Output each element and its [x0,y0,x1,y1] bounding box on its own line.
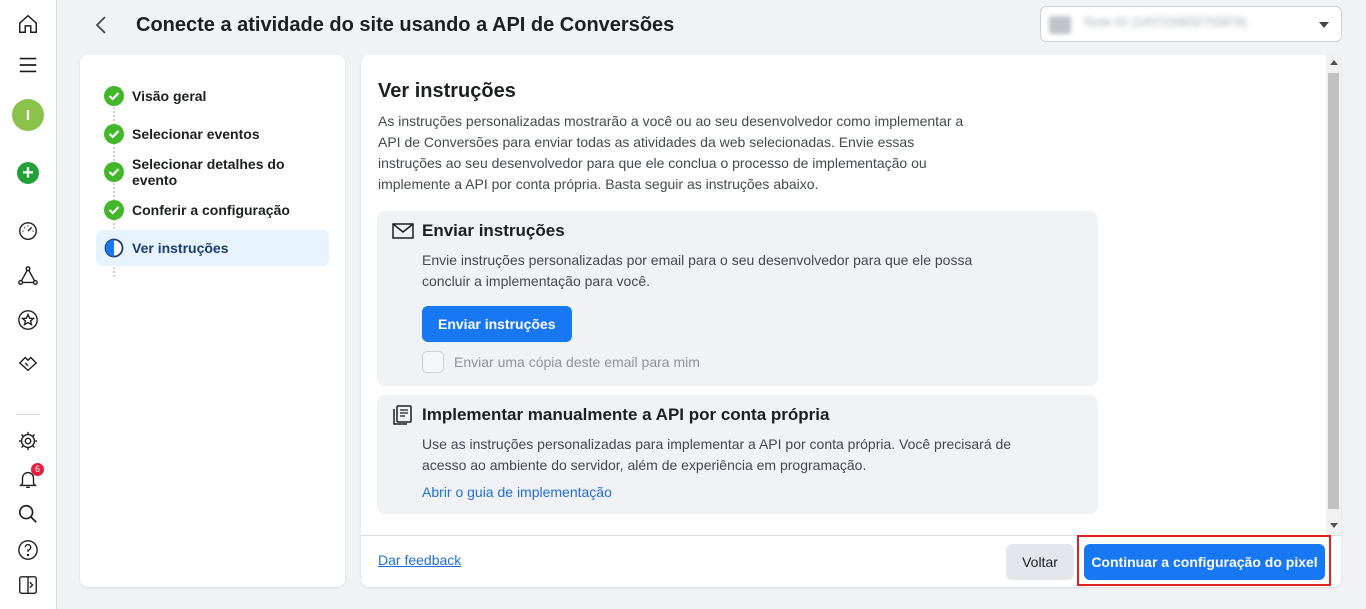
content-description: As instruções personalizadas mostrarão a… [378,113,964,192]
manual-card-title: Implementar manualmente a API por conta … [422,405,830,424]
send-card-description: Envie instruções personalizadas por emai… [422,252,973,289]
copy-email-checkbox-row: Enviar uma cópia deste email para mim [422,351,700,373]
implementation-guide-link[interactable]: Abrir o guia de implementação [422,484,612,500]
check-circle-icon [104,124,124,144]
scrollbar[interactable] [1326,55,1341,535]
left-rail: I + 6 [0,0,57,609]
account-selector[interactable]: Teste 01 (1437226832703979) [1040,6,1342,42]
gear-icon[interactable] [14,427,42,455]
copy-email-checkbox-label: Enviar uma cópia deste email para mim [454,354,700,370]
account-selector-text: Teste 01 (1437226832703979) [1083,15,1247,29]
step-conferir-configuracao[interactable]: Conferir a configuração [96,192,329,228]
step-visao-geral[interactable]: Visão geral [96,78,329,114]
content-title: Ver instruções [378,80,516,102]
chevron-down-icon [1319,22,1329,28]
notification-badge: 6 [31,463,44,476]
create-plus-icon[interactable]: + [17,162,39,184]
rail-divider [16,414,40,415]
step-selecionar-eventos[interactable]: Selecionar eventos [96,116,329,152]
back-chevron-icon[interactable] [90,13,114,37]
envelope-icon [392,223,414,239]
help-icon[interactable] [14,536,42,564]
step-label: Selecionar detalhes do evento [132,156,285,188]
send-card-title: Enviar instruções [422,221,565,240]
step-label: Ver instruções [132,240,229,256]
half-circle-progress-icon [104,238,124,258]
check-circle-icon [104,162,124,182]
dashboard-gauge-icon[interactable] [14,217,42,245]
check-circle-icon [104,200,124,220]
scroll-thumb[interactable] [1328,73,1339,509]
manual-card-description: Use as instruções personalizadas para im… [422,436,1012,473]
star-icon[interactable] [14,306,42,334]
scroll-up-arrow-icon[interactable] [1330,60,1338,65]
step-ver-instrucoes[interactable]: Ver instruções [96,230,329,266]
menu-icon[interactable] [14,51,42,79]
graph-nodes-icon[interactable] [14,262,42,290]
send-instructions-button[interactable]: Enviar instruções [422,306,572,342]
avatar[interactable]: I [12,99,44,131]
document-icon [393,405,412,425]
steps-panel: Visão geral Selecionar eventos Seleciona… [80,55,345,587]
feedback-link[interactable]: Dar feedback [378,552,461,568]
step-selecionar-detalhes[interactable]: Selecionar detalhes do evento [96,154,329,190]
scroll-down-arrow-icon[interactable] [1330,523,1338,528]
step-label: Conferir a configuração [132,202,290,218]
continue-setup-button[interactable]: Continuar a configuração do pixel [1084,544,1325,580]
back-button[interactable]: Voltar [1006,544,1074,580]
home-icon[interactable] [14,10,42,38]
manual-implementation-card: Implementar manualmente a API por conta … [377,395,1098,514]
account-icon [1049,16,1071,34]
panel-toggle-icon[interactable] [14,571,42,599]
page-title: Conecte a atividade do site usando a API… [136,14,675,36]
copy-email-checkbox[interactable] [422,351,444,373]
search-icon[interactable] [14,500,42,528]
check-circle-icon [104,86,124,106]
send-instructions-card: Enviar instruções Envie instruções perso… [377,211,1098,386]
step-label: Selecionar eventos [132,126,260,142]
handshake-icon[interactable] [14,349,42,377]
step-label: Visão geral [132,88,207,104]
content-panel: Ver instruções As instruções personaliza… [361,55,1341,587]
